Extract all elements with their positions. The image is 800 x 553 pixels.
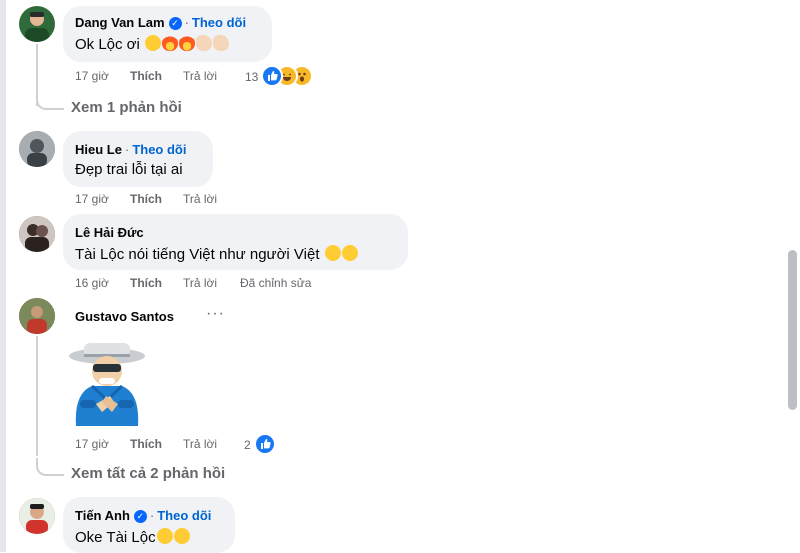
comment-time[interactable]: 16 giờ xyxy=(75,276,109,290)
flexed-arm-icon xyxy=(213,35,230,51)
verified-badge-icon: ✓ xyxy=(168,17,182,30)
avatar[interactable] xyxy=(19,298,55,334)
edited-label[interactable]: Đã chỉnh sửa xyxy=(240,276,311,290)
comment-time[interactable]: 17 giờ xyxy=(75,437,109,451)
comment-text-row: Tài Lộc nói tiếng Việt như người Việt xyxy=(75,245,358,263)
reply-button[interactable]: Trả lời xyxy=(183,437,217,451)
comment-author-row: Tiến Anh ✓ · Theo dõi xyxy=(75,508,211,523)
comment-author[interactable]: Hieu Le xyxy=(75,142,122,157)
separator-dot: · xyxy=(149,508,155,523)
reply-button[interactable]: Trả lời xyxy=(183,192,217,206)
comment-time[interactable]: 17 giờ xyxy=(75,69,109,83)
comment-author-row: Hieu Le · Theo dõi xyxy=(75,142,186,157)
avatar[interactable] xyxy=(19,498,55,534)
avatar[interactable] xyxy=(19,216,55,252)
scrollbar-thumb[interactable] xyxy=(788,250,797,410)
thread-elbow xyxy=(36,92,64,110)
avatar[interactable] xyxy=(19,6,55,42)
thread-elbow xyxy=(36,458,64,476)
comment-bubble xyxy=(63,131,213,187)
comment-author[interactable]: Tiến Anh xyxy=(75,508,130,523)
comment-time[interactable]: 17 giờ xyxy=(75,192,109,206)
fire-icon xyxy=(162,35,179,51)
comment-text: Oke Tài Lộc xyxy=(75,529,156,546)
comment-text: Ok Lộc ơi xyxy=(75,36,140,53)
comment-text: Tài Lộc nói tiếng Việt như người Việt xyxy=(75,246,320,263)
reply-button[interactable]: Trả lời xyxy=(183,69,217,83)
comment-text-row: Ok Lộc ơi xyxy=(75,35,230,53)
comment-author[interactable]: Lê Hải Đức xyxy=(75,225,144,240)
crazy-face-icon xyxy=(145,35,162,51)
comment-text-row: Oke Tài Lộc xyxy=(75,528,190,546)
reply-button[interactable]: Trả lời xyxy=(183,276,217,290)
comment-text: Đẹp trai lỗi tại ai xyxy=(75,161,183,178)
rolling-laugh-icon xyxy=(173,528,190,544)
follow-button[interactable]: Theo dõi xyxy=(157,508,211,523)
avatar[interactable] xyxy=(19,131,55,167)
verified-badge-icon: ✓ xyxy=(133,510,147,523)
fire-icon xyxy=(179,35,196,51)
rolling-laugh-icon xyxy=(156,528,173,544)
follow-button[interactable]: Theo dõi xyxy=(192,15,246,30)
like-button[interactable]: Thích xyxy=(130,192,162,206)
reaction-count[interactable]: 2 xyxy=(244,438,251,452)
like-button[interactable]: Thích xyxy=(130,69,162,83)
flexed-arm-icon xyxy=(196,35,213,51)
rolling-laugh-icon xyxy=(324,245,341,261)
comment-author-row: Dang Van Lam ✓ · Theo dõi xyxy=(75,15,246,30)
like-button[interactable]: Thích xyxy=(130,276,162,290)
like-reaction-icon[interactable] xyxy=(254,433,276,455)
like-reaction-icon[interactable] xyxy=(261,65,283,87)
separator-dot: · xyxy=(124,142,130,157)
comment-author[interactable]: Dang Van Lam xyxy=(75,15,165,30)
view-replies-link[interactable]: Xem 1 phản hồi xyxy=(71,99,182,116)
thread-line xyxy=(36,336,38,456)
follow-button[interactable]: Theo dõi xyxy=(132,142,186,157)
separator-dot: · xyxy=(184,15,189,30)
view-replies-link[interactable]: Xem tất cả 2 phản hồi xyxy=(71,465,225,482)
tongue-face-icon xyxy=(341,245,358,261)
like-button[interactable]: Thích xyxy=(130,437,162,451)
more-options-icon[interactable]: ··· xyxy=(206,305,225,323)
clapping-old-man-sticker[interactable] xyxy=(66,338,148,428)
reaction-count[interactable]: 13 xyxy=(245,70,258,84)
page-left-edge xyxy=(0,0,6,552)
comment-author[interactable]: Gustavo Santos xyxy=(75,309,174,324)
